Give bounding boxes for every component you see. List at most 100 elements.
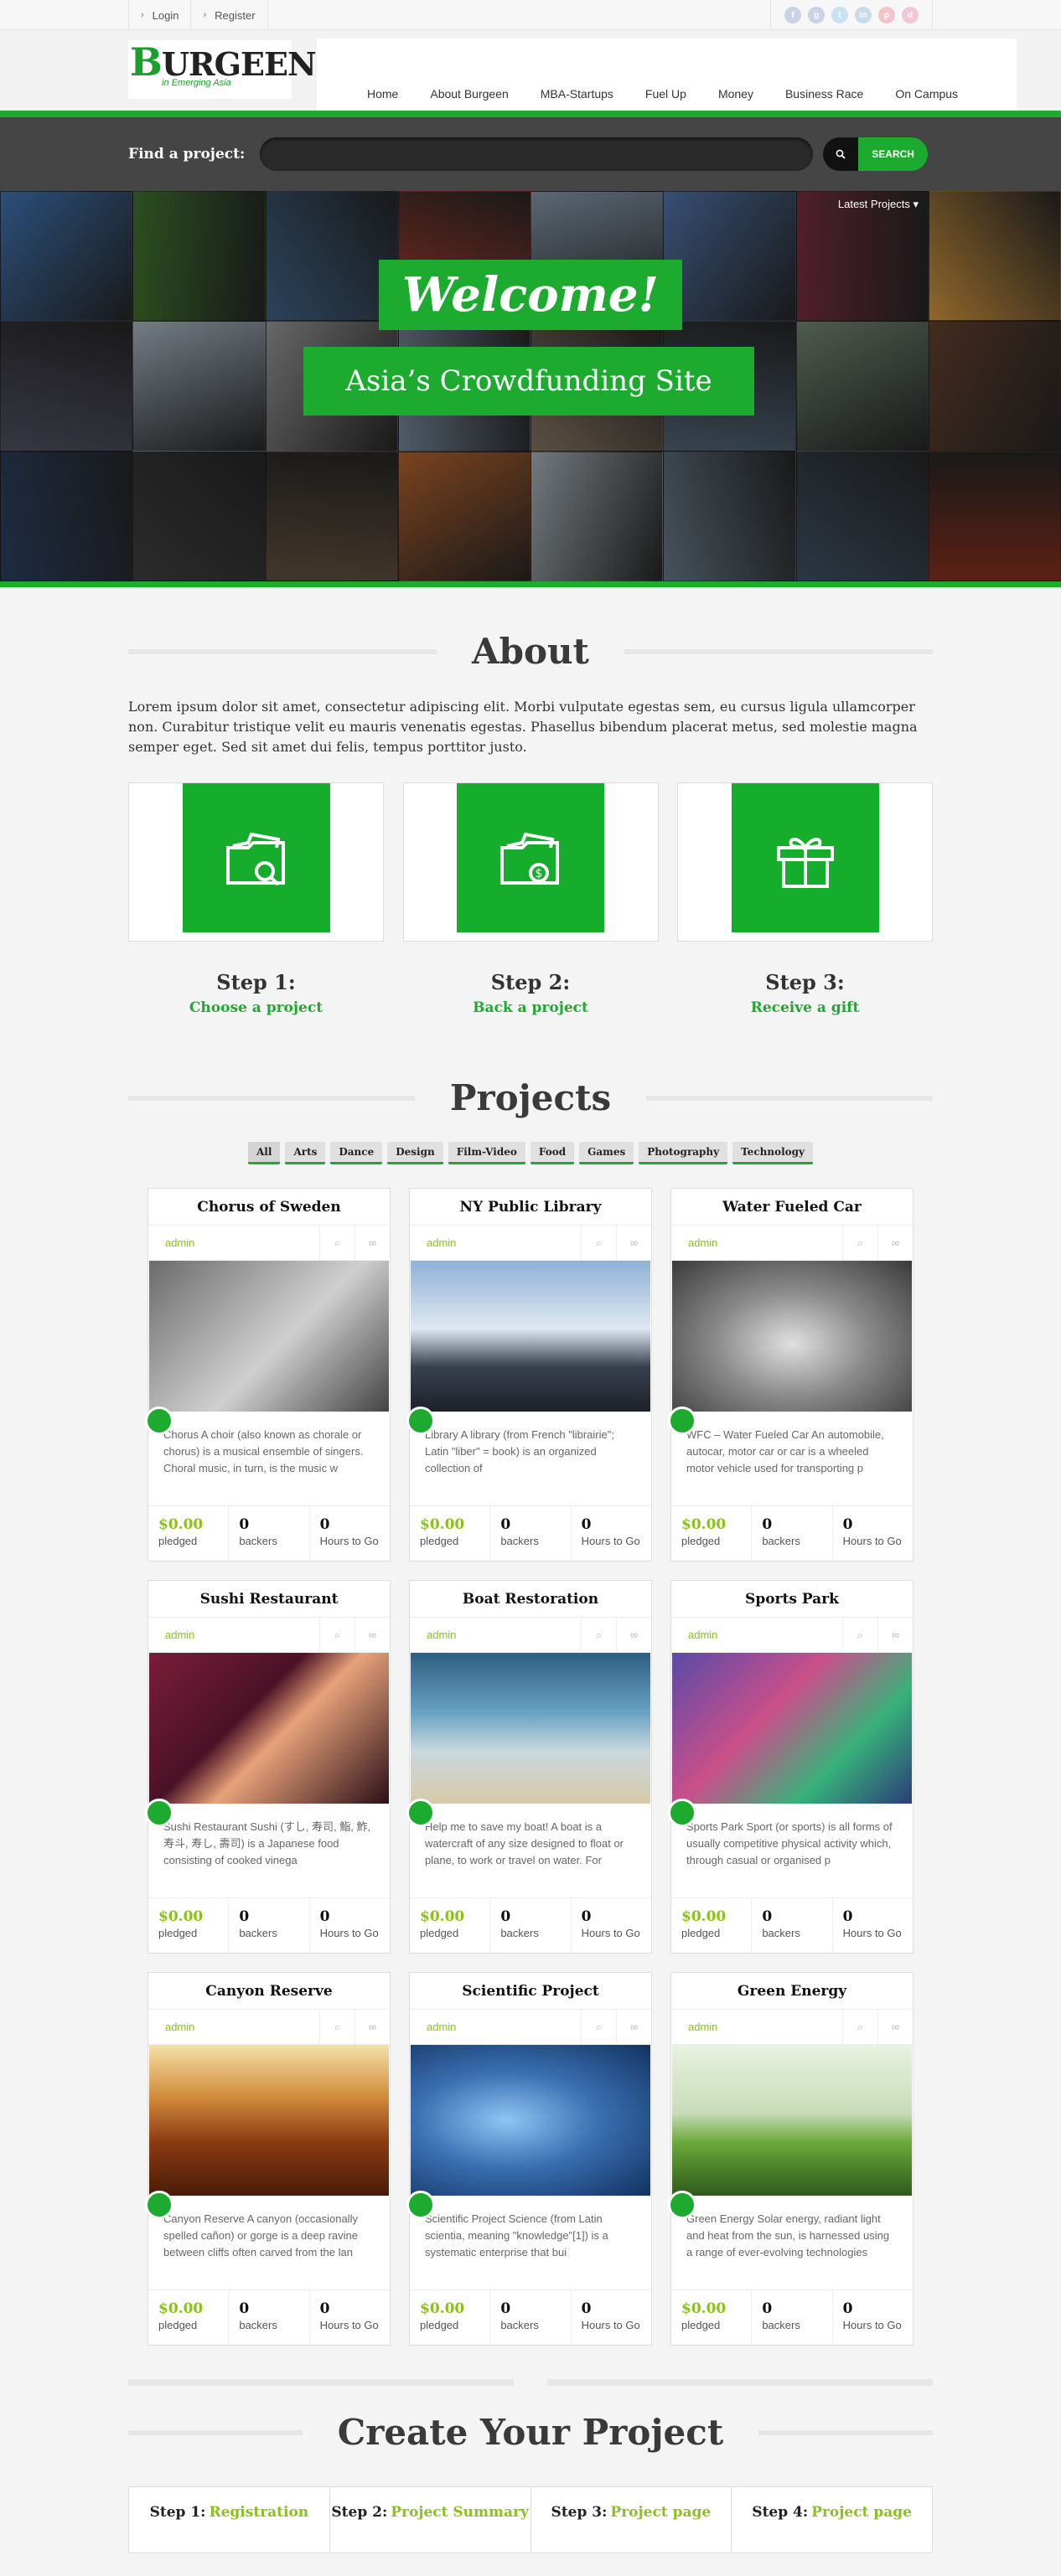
- project-card[interactable]: Canyon Reserve admin ⌕ ∞ Canyon Reserve A ca…: [145, 1972, 391, 2346]
- filter-dance[interactable]: Dance: [330, 1142, 383, 1164]
- project-author[interactable]: admin: [671, 2021, 842, 2033]
- project-image[interactable]: [411, 2045, 650, 2196]
- twitter-icon[interactable]: t: [831, 7, 848, 23]
- search-icon[interactable]: ⌕: [319, 1617, 355, 1653]
- project-image[interactable]: [149, 1261, 389, 1412]
- project-title[interactable]: Chorus of Sweden: [148, 1189, 390, 1226]
- project-card[interactable]: Scientific Project admin ⌕ ∞ Scientific Proj…: [406, 1972, 652, 2346]
- project-author[interactable]: admin: [410, 2021, 581, 2033]
- link-icon[interactable]: ∞: [616, 2009, 651, 2045]
- project-card[interactable]: Sushi Restaurant admin ⌕ ∞ Sushi Restaurant …: [145, 1580, 391, 1954]
- search-icon[interactable]: ⌕: [581, 1617, 616, 1653]
- project-author[interactable]: admin: [148, 1236, 319, 1249]
- link-icon[interactable]: ∞: [877, 1617, 913, 1653]
- search-input[interactable]: [260, 137, 814, 171]
- project-title[interactable]: NY Public Library: [410, 1189, 651, 1226]
- create-step[interactable]: Step 2: Project Summary: [329, 2487, 530, 2553]
- project-title[interactable]: Green Energy: [671, 1973, 913, 2010]
- latest-projects-dropdown[interactable]: Latest Projects ▾: [838, 198, 919, 211]
- stat-pledged-value: $0.00: [158, 1908, 204, 1925]
- search-icon[interactable]: ⌕: [842, 1617, 877, 1653]
- project-author[interactable]: admin: [671, 1236, 842, 1249]
- project-image[interactable]: [672, 1261, 912, 1412]
- search-icon[interactable]: ⌕: [319, 2009, 355, 2045]
- filter-technology[interactable]: Technology: [732, 1142, 813, 1164]
- dribbble-icon[interactable]: d: [902, 7, 919, 23]
- project-author[interactable]: admin: [148, 2021, 319, 2033]
- step-card[interactable]: [677, 782, 933, 942]
- search-icon[interactable]: ⌕: [842, 2009, 877, 2045]
- link-icon[interactable]: ∞: [877, 1225, 913, 1261]
- project-image[interactable]: [672, 1653, 912, 1804]
- project-author[interactable]: admin: [410, 1236, 581, 1249]
- project-card[interactable]: Water Fueled Car admin ⌕ ∞ WFC – Water Fuele…: [668, 1188, 913, 1562]
- linkedin-icon[interactable]: in: [855, 7, 872, 23]
- project-card[interactable]: Boat Restoration admin ⌕ ∞ Help me to save m…: [406, 1580, 652, 1954]
- nav-item-business-race[interactable]: Business Race: [785, 87, 863, 101]
- filter-design[interactable]: Design: [387, 1142, 443, 1164]
- project-card[interactable]: Green Energy admin ⌕ ∞ Green Energy Solar en…: [668, 1972, 913, 2346]
- logo[interactable]: BURGEEN in Emerging Asia: [128, 40, 317, 99]
- link-icon[interactable]: ∞: [355, 1225, 390, 1261]
- stat-backers: 0 backers: [751, 1506, 831, 1561]
- login-link[interactable]: › Login: [128, 0, 190, 30]
- nav-item-money[interactable]: Money: [718, 87, 753, 101]
- filter-games[interactable]: Games: [579, 1142, 634, 1164]
- stat-backers-value: 0: [762, 2300, 773, 2317]
- create-step[interactable]: Step 1: Registration: [129, 2487, 329, 2553]
- project-badge-icon: [145, 1407, 173, 1435]
- project-title[interactable]: Sushi Restaurant: [148, 1581, 390, 1618]
- project-title[interactable]: Scientific Project: [410, 1973, 651, 2010]
- step-card[interactable]: [128, 782, 384, 942]
- search-icon[interactable]: ⌕: [842, 1225, 877, 1261]
- project-image[interactable]: [411, 1653, 650, 1804]
- nav-item-fuel-up[interactable]: Fuel Up: [645, 87, 686, 101]
- filter-food[interactable]: Food: [530, 1142, 575, 1164]
- search-icon[interactable]: ⌕: [581, 2009, 616, 2045]
- nav-item-mba-startups[interactable]: MBA-Startups: [541, 87, 613, 101]
- project-author[interactable]: admin: [148, 1629, 319, 1641]
- project-title[interactable]: Water Fueled Car: [671, 1189, 913, 1226]
- project-image[interactable]: [672, 2045, 912, 2196]
- nav-item-about-burgeen[interactable]: About Burgeen: [430, 87, 508, 101]
- register-link[interactable]: › Register: [190, 0, 268, 30]
- pager-next[interactable]: [547, 2379, 933, 2386]
- search-bar: Find a project: SEARCH: [0, 117, 1061, 191]
- create-step[interactable]: Step 3: Project page: [530, 2487, 732, 2553]
- link-icon[interactable]: ∞: [355, 2009, 390, 2045]
- filter-all[interactable]: All: [248, 1142, 281, 1164]
- googleplus-icon[interactable]: g: [808, 7, 825, 23]
- project-title[interactable]: Boat Restoration: [410, 1581, 651, 1618]
- project-image[interactable]: [411, 1261, 650, 1412]
- project-card[interactable]: Sports Park admin ⌕ ∞ Sports Park Sport (or …: [668, 1580, 913, 1954]
- stat-backers-value: 0: [500, 1516, 511, 1533]
- filter-arts[interactable]: Arts: [285, 1142, 326, 1164]
- link-icon[interactable]: ∞: [616, 1225, 651, 1261]
- search-icon[interactable]: ⌕: [319, 1225, 355, 1261]
- project-card[interactable]: Chorus of Sweden admin ⌕ ∞ Chorus A choir (a…: [145, 1188, 391, 1562]
- link-icon[interactable]: ∞: [355, 1617, 390, 1653]
- project-author[interactable]: admin: [671, 1629, 842, 1641]
- nav-item-on-campus[interactable]: On Campus: [895, 87, 958, 101]
- search-icon[interactable]: ⌕: [581, 1225, 616, 1261]
- stat-pledged-value: $0.00: [158, 1516, 204, 1533]
- stat-pledged-label: pledged: [681, 2319, 721, 2331]
- project-author[interactable]: admin: [410, 1629, 581, 1641]
- project-card[interactable]: NY Public Library admin ⌕ ∞ Library A librar…: [406, 1188, 652, 1562]
- project-title[interactable]: Sports Park: [671, 1581, 913, 1618]
- step-card[interactable]: $: [402, 782, 659, 942]
- register-label: Register: [215, 8, 256, 22]
- link-icon[interactable]: ∞: [616, 1617, 651, 1653]
- pager-prev[interactable]: [128, 2379, 514, 2386]
- facebook-icon[interactable]: f: [784, 7, 801, 23]
- filter-film-video[interactable]: Film-Video: [448, 1142, 525, 1164]
- project-title[interactable]: Canyon Reserve: [148, 1973, 390, 2010]
- link-icon[interactable]: ∞: [877, 2009, 913, 2045]
- search-button[interactable]: SEARCH: [823, 137, 928, 171]
- nav-item-home[interactable]: Home: [367, 87, 398, 101]
- project-image[interactable]: [149, 1653, 389, 1804]
- create-step[interactable]: Step 4: Project page: [731, 2487, 932, 2553]
- filter-photography[interactable]: Photography: [639, 1142, 728, 1164]
- pinterest-icon[interactable]: p: [878, 7, 895, 23]
- project-image[interactable]: [149, 2045, 389, 2196]
